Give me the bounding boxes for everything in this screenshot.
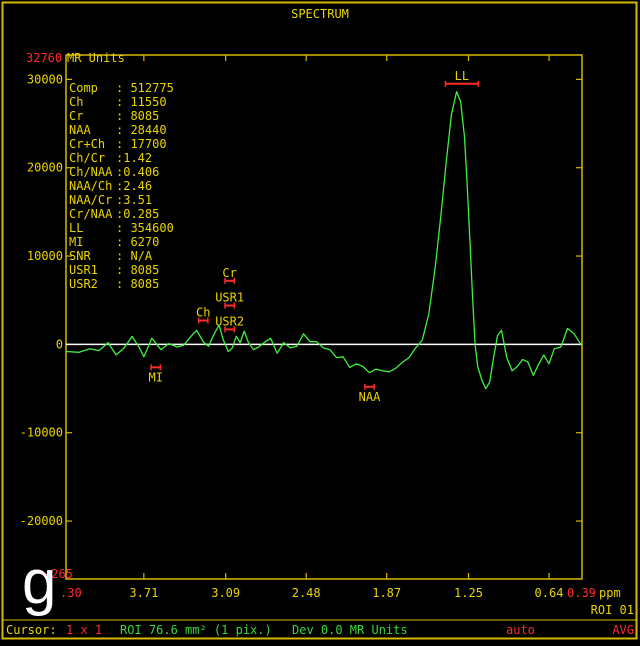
metabolite-value: : 8085 (116, 109, 159, 123)
peak-marker-usr2: USR2 (215, 314, 244, 333)
y-tick-label: 30000 (27, 72, 63, 86)
metabolite-row: NAA/Ch :2.46 (69, 179, 152, 193)
roi-id: ROI 01 (591, 603, 634, 617)
peak-marker-label: Cr (222, 266, 236, 280)
x-tick-label: 1.25 (454, 586, 483, 600)
metabolite-label: Comp (69, 81, 98, 95)
metabolite-label: Ch/Cr (69, 151, 105, 165)
spectrum-chart: SPECTRUM 32760 MR Units 30000 20000 10000 0 -1… (1, 1, 638, 640)
metabolite-row: USR2 : 8085 (69, 277, 159, 291)
panel-letter: g (22, 548, 57, 617)
x-tick-label: 2.48 (292, 586, 321, 600)
peak-marker-label: MI (149, 370, 163, 384)
metabolite-row: USR1 : 8085 (69, 263, 159, 277)
peak-marker-label: USR1 (215, 291, 244, 305)
metabolite-label: NAA (69, 123, 91, 137)
metabolite-row: Cr/NAA:0.285 (69, 207, 159, 221)
metabolite-label: Cr+Ch (69, 137, 105, 151)
dev-value: Dev 0.0 MR Units (292, 623, 408, 637)
metabolite-label: Ch (69, 95, 83, 109)
y-tick-label: 10000 (27, 249, 63, 263)
metabolite-value: : 8085 (116, 277, 159, 291)
metabolite-label: MI (69, 235, 83, 249)
y-tick-label: -10000 (20, 426, 63, 440)
metabolite-label: Cr (69, 109, 83, 123)
metabolite-value: : 17700 (116, 137, 167, 151)
x-max-label: 0.39 (567, 586, 596, 600)
metabolite-value: :1.42 (116, 151, 152, 165)
peak-marker-ch: Ch (196, 306, 210, 324)
y-unit-label: MR Units (67, 51, 125, 65)
mode-value: auto (506, 623, 535, 637)
metabolite-label: USR2 (69, 277, 98, 291)
y-tick-label: 0 (56, 337, 63, 351)
window-title: SPECTRUM (291, 7, 349, 21)
window-frame (1, 1, 638, 640)
y-tick-label: 20000 (27, 161, 63, 175)
cursor-value: 1 x 1 (66, 623, 102, 637)
metabolite-row: NAA/Cr :3.51 (69, 193, 152, 207)
metabolite-value: : 28440 (116, 123, 167, 137)
metabolite-value: :3.51 (116, 193, 152, 207)
metabolite-value: : 512775 (116, 81, 174, 95)
metabolite-label: Ch/NAA (69, 165, 113, 179)
metabolite-row: Ch/Cr :1.42 (69, 151, 152, 165)
metabolite-value: : 11550 (116, 95, 167, 109)
peak-marker-usr1: USR1 (215, 291, 244, 309)
metabolite-label: Cr/NAA (69, 207, 113, 221)
x-tick-label: 3.71 (129, 586, 158, 600)
metabolite-value: : 8085 (116, 263, 159, 277)
metabolite-label: LL (69, 221, 83, 235)
metabolite-label: NAA/Cr (69, 193, 112, 207)
cursor-label: Cursor: (6, 623, 57, 637)
metabolite-value: : 6270 (116, 235, 159, 249)
y-tick-label: -20000 (20, 514, 63, 528)
metabolite-value: :0.406 (116, 165, 159, 179)
metabolite-row: Cr+Ch : 17700 (69, 137, 167, 151)
metabolite-label: SNR (69, 249, 91, 263)
metabolite-row: Cr : 8085 (69, 109, 159, 123)
x-min-label: .30 (60, 586, 82, 600)
metabolite-row: Comp : 512775 (69, 81, 174, 95)
x-tick-label: 3.09 (211, 586, 240, 600)
metabolite-row: SNR : N/A (69, 249, 153, 263)
peak-marker-cr: Cr (222, 266, 237, 284)
peak-marker-label: LL (455, 69, 469, 83)
metabolite-value: :2.46 (116, 179, 152, 193)
y-max-label: 32760 (26, 51, 62, 65)
x-unit-label: ppm (599, 586, 621, 600)
metabolite-label: USR1 (69, 263, 98, 277)
x-tick-label: 0.64 (535, 586, 564, 600)
avg-label: AVG (612, 623, 634, 637)
peak-marker-label: NAA (359, 390, 381, 404)
x-tick-label: 1.87 (372, 586, 401, 600)
metabolite-value: : 354600 (116, 221, 174, 235)
peak-marker-mi: MI (149, 364, 163, 384)
metabolite-row: NAA : 28440 (69, 123, 167, 137)
metabolite-row: MI : 6270 (69, 235, 159, 249)
metabolite-label: NAA/Ch (69, 179, 112, 193)
spectrum-window: SPECTRUM 32760 MR Units 30000 20000 10000 0 -1… (0, 0, 640, 642)
metabolite-value: : N/A (116, 249, 153, 263)
peak-marker-label: Ch (196, 306, 210, 320)
roi-area: ROI 76.6 mm² (1 pix.) (120, 623, 272, 637)
metabolite-row: Ch : 11550 (69, 95, 167, 109)
peak-marker-naa: NAA (359, 383, 381, 404)
peak-marker-ll: LL (444, 69, 480, 87)
metabolite-value: :0.285 (116, 207, 159, 221)
metabolite-row: Ch/NAA:0.406 (69, 165, 159, 179)
metabolite-row: LL : 354600 (69, 221, 174, 235)
